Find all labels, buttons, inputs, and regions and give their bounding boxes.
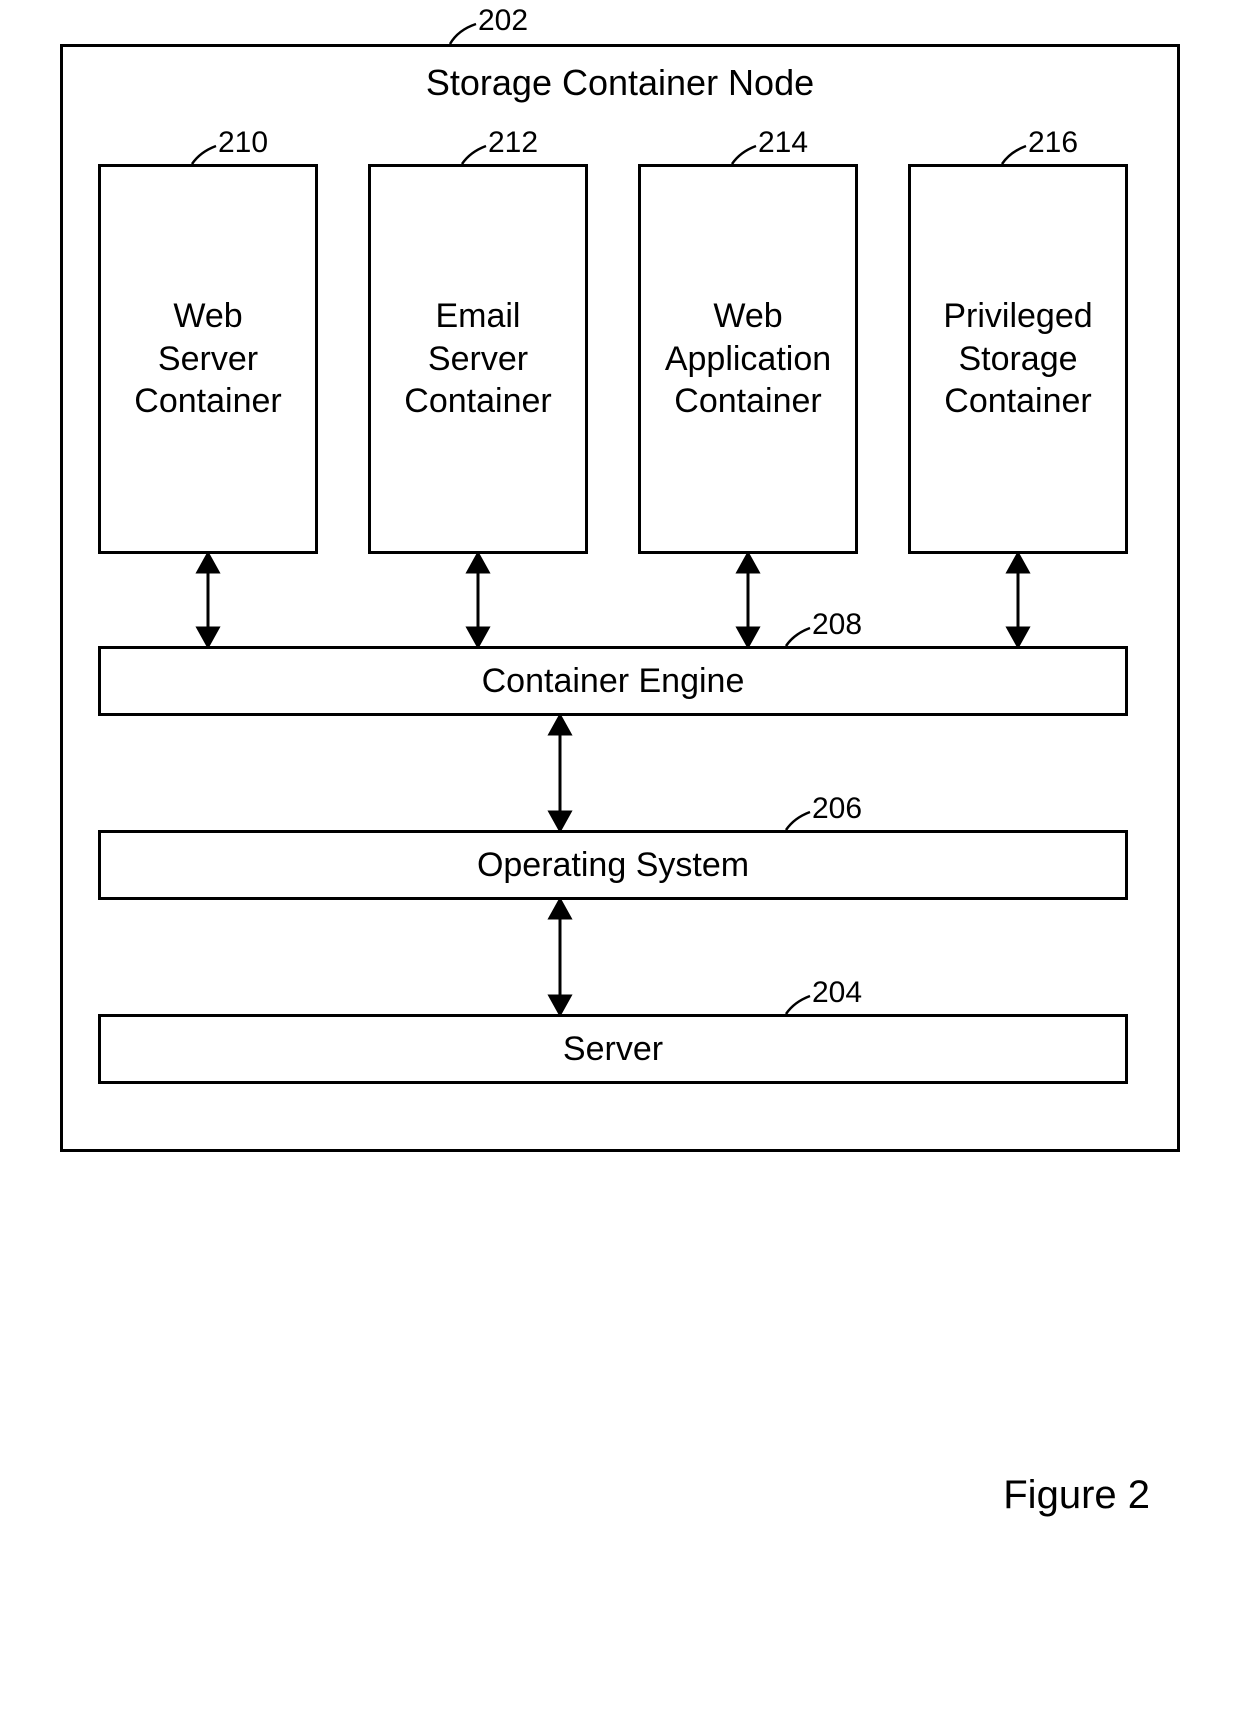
diagram-canvas: Storage Container Node 202 Web Server Co… — [0, 0, 1240, 1728]
figure-caption: Figure 2 — [1003, 1473, 1150, 1518]
bidir-arrow-icon — [0, 0, 1240, 1728]
